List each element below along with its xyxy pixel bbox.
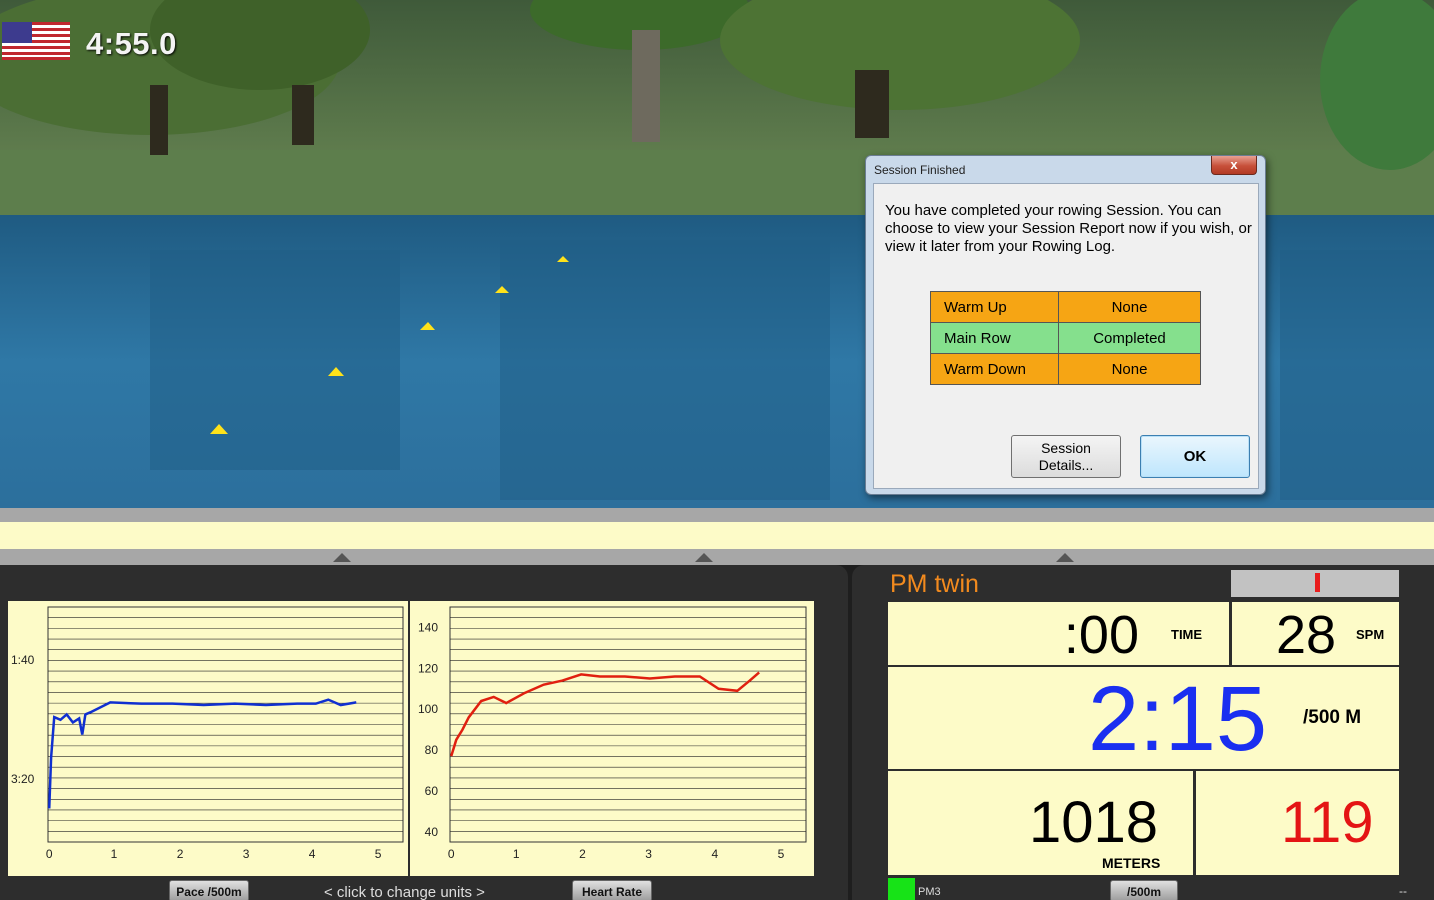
heart-rate-chart[interactable]: 0 1 2 3 4 5 140 120 100 80 60 40 — [410, 601, 814, 876]
x-tick-label: 2 — [177, 847, 184, 861]
y-tick-label: 3:20 — [11, 772, 35, 786]
dialog-titlebar[interactable]: Session Finished x — [866, 156, 1265, 183]
meters-unit: METERS — [1102, 855, 1161, 871]
session-details-line1: Session — [1041, 440, 1091, 456]
panel-toggle-arrow-icon[interactable] — [333, 553, 351, 562]
change-units-hint[interactable]: < click to change units > — [324, 884, 485, 900]
spm-unit: SPM — [1356, 627, 1385, 642]
status-value: Completed — [1058, 322, 1201, 354]
x-tick-label: 5 — [375, 847, 382, 861]
table-row: Warm Down None — [930, 353, 1201, 385]
session-details-button[interactable]: Session Details... — [1011, 435, 1121, 478]
pm-model-label: PM3 — [918, 886, 941, 898]
x-tick-label: 1 — [111, 847, 118, 861]
x-tick-label: 4 — [711, 847, 718, 861]
progress-strip-top — [0, 508, 1434, 522]
meters-cell: 1018 METERS — [888, 771, 1193, 875]
session-finished-dialog: Session Finished x You have completed yo… — [865, 155, 1266, 495]
y-tick-label: 60 — [425, 784, 439, 798]
spm-value: 28 — [1276, 605, 1337, 665]
spm-cell: 28 SPM — [1232, 602, 1399, 665]
y-tick-label: 40 — [425, 825, 439, 839]
pm-units-button[interactable]: /500m — [1110, 880, 1178, 900]
session-details-line2: Details... — [1038, 457, 1094, 473]
close-button[interactable]: x — [1211, 156, 1257, 175]
pm-status-dash: -- — [1399, 884, 1407, 898]
time-value: :00 — [1063, 605, 1139, 665]
us-flag-icon — [2, 22, 70, 60]
heart-rate-button[interactable]: Heart Rate — [572, 880, 652, 900]
pm-title: PM twin — [890, 570, 979, 598]
status-label: Main Row — [930, 322, 1059, 354]
stroke-indicator-bar — [1315, 573, 1320, 592]
table-row: Warm Up None — [930, 291, 1201, 323]
status-label: Warm Up — [930, 291, 1059, 323]
status-value: None — [1058, 291, 1201, 323]
progress-strip — [0, 522, 1434, 549]
status-label: Warm Down — [930, 353, 1059, 385]
time-unit: TIME — [1171, 627, 1203, 642]
heart-rate-cell: 119 — [1196, 771, 1399, 875]
panel-toggle-arrow-icon[interactable] — [695, 553, 713, 562]
x-tick-label: 2 — [579, 847, 586, 861]
ok-button[interactable]: OK — [1140, 435, 1250, 478]
heart-rate-value: 119 — [1281, 790, 1374, 855]
pace-cell: 2:15 /500 M — [888, 667, 1399, 770]
x-tick-label: 3 — [243, 847, 250, 861]
x-tick-label: 3 — [645, 847, 652, 861]
dialog-body: You have completed your rowing Session. … — [873, 183, 1259, 489]
x-tick-label: 1 — [513, 847, 520, 861]
y-tick-label: 120 — [418, 661, 438, 675]
y-tick-label: 140 — [418, 620, 438, 634]
time-cell: :00 TIME — [888, 602, 1229, 665]
stroke-indicator — [1231, 570, 1399, 597]
x-tick-label: 4 — [309, 847, 316, 861]
pace-chart[interactable]: 0 1 2 3 4 5 1:40 3:20 — [8, 601, 408, 876]
y-tick-label: 80 — [425, 743, 439, 757]
table-row: Main Row Completed — [930, 322, 1201, 354]
dialog-title: Session Finished — [874, 163, 966, 177]
panel-toggle-arrow-icon[interactable] — [1056, 553, 1074, 562]
elapsed-time: 4:55.0 — [86, 26, 177, 61]
progress-strip-bottom — [0, 549, 1434, 565]
meters-value: 1018 — [1028, 790, 1158, 855]
y-tick-label: 1:40 — [11, 653, 35, 667]
y-tick-label: 100 — [418, 702, 438, 716]
pace-units-button[interactable]: Pace /500m — [169, 880, 249, 900]
session-status-table: Warm Up None Main Row Completed Warm Dow… — [930, 291, 1201, 385]
status-value: None — [1058, 353, 1201, 385]
pace-unit: /500 M — [1303, 707, 1362, 728]
dialog-message: You have completed your rowing Session. … — [885, 202, 1252, 255]
close-icon: x — [1230, 157, 1238, 172]
x-tick-label: 5 — [778, 847, 785, 861]
pm-status-led — [888, 878, 915, 900]
x-tick-label: 0 — [46, 847, 53, 861]
pace-value: 2:15 — [1088, 668, 1268, 770]
x-tick-label: 0 — [448, 847, 455, 861]
